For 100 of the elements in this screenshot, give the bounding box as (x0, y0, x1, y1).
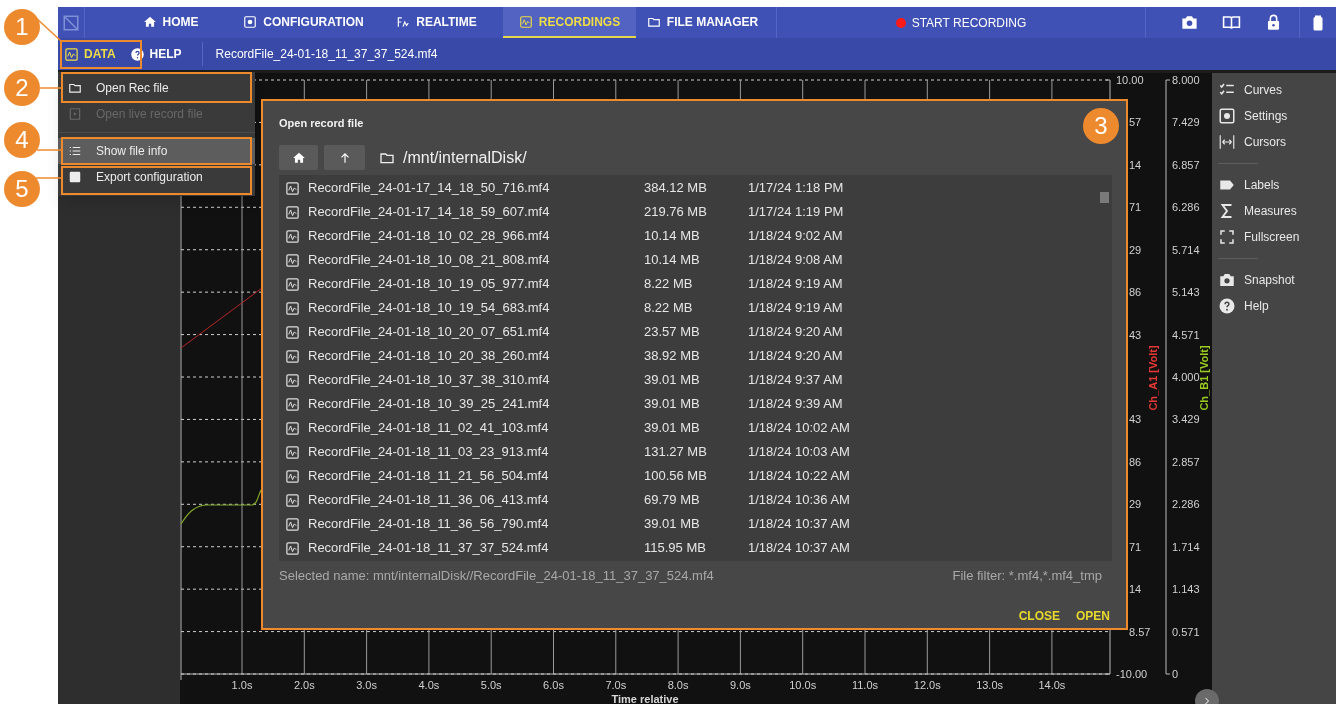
camera-icon (1179, 13, 1199, 32)
side-menu-item[interactable]: Fullscreen (1212, 224, 1336, 250)
file-date: 1/18/24 10:37 AM (748, 539, 850, 558)
file-name: RecordFile_24-01-18_10_19_54_683.mf4 (308, 299, 551, 318)
file-size: 69.79 MB (644, 491, 701, 510)
menu-item[interactable]: Export configuration (58, 164, 255, 190)
axis-tick-label: 1.714 (1172, 540, 1200, 553)
home-button[interactable] (279, 145, 318, 170)
waveform-icon (285, 372, 300, 388)
axis-tick-label: 7.0s (605, 679, 627, 691)
file-date: 1/18/24 9:20 AM (748, 347, 843, 366)
axis-tick-label: 29 (1129, 498, 1142, 511)
axis-tick-label: 9.0s (730, 679, 751, 691)
axis-tick-label: 4.0s (418, 679, 440, 691)
side-menu-item[interactable]: Settings (1212, 103, 1336, 129)
axis-tick-label: 5.143 (1172, 286, 1200, 299)
file-row[interactable]: RecordFile_24-01-18_11_03_23_913.mf4 131.27 MB 1/18/24 10:03 AM (279, 440, 1092, 464)
waveform-icon (285, 300, 300, 316)
waveform-icon (285, 252, 300, 268)
cursors-icon (1218, 133, 1236, 151)
folder-path: /mnt/internalDisk/ (403, 147, 527, 168)
callout-number: 1 (4, 9, 40, 45)
file-date: 1/18/24 9:08 AM (748, 251, 843, 270)
side-menu-item[interactable]: Curves (1212, 77, 1336, 103)
axis-tick-label: 0.571 (1172, 625, 1200, 638)
waveform-icon (285, 324, 300, 340)
file-name: RecordFile_24-01-18_11_03_23_913.mf4 (308, 443, 550, 462)
menu-button[interactable]: DATA (62, 41, 118, 67)
axis-tick-label: 86 (1129, 286, 1142, 299)
dialog-button[interactable]: OPEN (1076, 606, 1110, 625)
scrollbar-thumb[interactable] (1100, 192, 1109, 203)
axis-tick-label: 2.857 (1172, 455, 1200, 468)
nav-tab[interactable]: REALTIME (370, 7, 503, 38)
file-name: RecordFile_24-01-18_10_39_25_241.mf4 (308, 395, 551, 414)
axis-tick-label: 7.429 (1172, 116, 1200, 129)
file-row[interactable]: RecordFile_24-01-18_10_37_38_310.mf4 39.01 MB 1/18/24 9:37 AM (279, 368, 1092, 392)
folder-icon (68, 81, 82, 95)
file-row[interactable]: RecordFile_24-01-18_10_08_21_808.mf4 10.14 MB 1/18/24 9:08 AM (279, 248, 1092, 272)
axis-tick-label: 3.429 (1172, 413, 1200, 426)
side-menu-item[interactable]: Measures (1212, 198, 1336, 224)
waveform-icon (285, 396, 300, 412)
waveform-icon (285, 468, 300, 484)
start-recording-button[interactable]: START RECORDING (895, 13, 1027, 32)
menu-item[interactable]: Show file info (58, 138, 255, 164)
side-menu-item[interactable]: Help (1212, 293, 1336, 319)
file-size: 39.01 MB (644, 395, 701, 414)
axis-tick-label: 14.0s (1038, 679, 1066, 691)
file-size: 39.01 MB (644, 515, 701, 534)
file-date: 1/18/24 9:19 AM (748, 299, 843, 318)
leader-line (39, 87, 62, 89)
help-icon (1218, 297, 1236, 315)
callout-number: 4 (4, 122, 40, 158)
waveform-icon (285, 516, 300, 532)
axis-tick-label: 10.00 (1116, 74, 1144, 86)
waveform-icon (285, 540, 300, 556)
file-name: RecordFile_24-01-18_10_02_28_966.mf4 (308, 227, 551, 246)
axis-tick-label: 2.0s (293, 679, 315, 691)
file-size: 39.01 MB (644, 419, 701, 438)
side-menu-item[interactable]: Cursors (1212, 129, 1336, 155)
axis-tick-label: 3.0s (356, 679, 377, 691)
axis-tick-label: 43 (1129, 413, 1142, 426)
fullscreen-icon (1218, 228, 1236, 246)
waveform-icon (518, 14, 533, 29)
file-row[interactable]: RecordFile_24-01-18_10_02_28_966.mf4 10.14 MB 1/18/24 9:02 AM (279, 224, 1092, 248)
file-size: 131.27 MB (644, 443, 708, 462)
file-row[interactable]: RecordFile_24-01-18_10_39_25_241.mf4 39.01 MB 1/18/24 9:39 AM (279, 392, 1092, 416)
nav-tab[interactable]: FILE MANAGER (636, 7, 769, 38)
waveform-icon (285, 492, 300, 508)
file-size: 8.22 MB (644, 299, 694, 318)
side-menu-item[interactable]: Labels (1212, 172, 1336, 198)
axis-tick-label: 0 (1172, 668, 1179, 680)
file-row[interactable]: RecordFile_24-01-17_14_18_59_607.mf4 219.76 MB 1/17/24 1:19 PM (279, 200, 1092, 224)
dialog-button[interactable]: CLOSE (1018, 606, 1060, 625)
menu-button[interactable]: HELP (127, 41, 184, 67)
file-date: 1/17/24 1:18 PM (748, 179, 844, 198)
callout-number: 5 (4, 171, 40, 207)
nav-tab[interactable]: RECORDINGS (503, 7, 636, 38)
file-row[interactable]: RecordFile_24-01-18_10_19_05_977.mf4 8.22 MB 1/18/24 9:19 AM (279, 272, 1092, 296)
file-row[interactable]: RecordFile_24-01-18_11_36_06_413.mf4 69.79 MB 1/18/24 10:36 AM (279, 488, 1092, 512)
file-row[interactable]: RecordFile_24-01-18_11_37_37_524.mf4 115.95 MB 1/18/24 10:37 AM (279, 536, 1092, 560)
waveform-icon (285, 420, 300, 436)
file-row[interactable]: RecordFile_24-01-18_11_36_56_790.mf4 39.01 MB 1/18/24 10:37 AM (279, 512, 1092, 536)
up-button[interactable] (324, 145, 365, 170)
file-row[interactable]: RecordFile_24-01-18_10_19_54_683.mf4 8.22 MB 1/18/24 9:19 AM (279, 296, 1092, 320)
file-date: 1/18/24 9:02 AM (748, 227, 843, 246)
side-menu-item[interactable]: Snapshot (1212, 267, 1336, 293)
axis-tick-label: 14 (1129, 583, 1142, 596)
file-row[interactable]: RecordFile_24-01-18_11_21_56_504.mf4 100.56 MB 1/18/24 10:22 AM (279, 464, 1092, 488)
file-row[interactable]: RecordFile_24-01-18_10_20_07_651.mf4 23.57 MB 1/18/24 9:20 AM (279, 320, 1092, 344)
nav-tab[interactable]: HOME (104, 7, 237, 38)
book-icon (1221, 13, 1241, 32)
waveform-icon (64, 46, 79, 62)
file-row[interactable]: RecordFile_24-01-18_11_02_41_103.mf4 39.01 MB 1/18/24 10:02 AM (279, 416, 1092, 440)
file-size: 8.22 MB (644, 275, 694, 294)
callout-number: 2 (4, 70, 40, 106)
file-size: 384.12 MB (644, 179, 708, 198)
axis-tick-label: 4.571 (1172, 328, 1200, 341)
file-row[interactable]: RecordFile_24-01-17_14_18_50_716.mf4 384.12 MB 1/17/24 1:18 PM (279, 176, 1092, 200)
nav-tab[interactable]: CONFIGURATION (237, 7, 370, 38)
file-row[interactable]: RecordFile_24-01-18_10_20_38_260.mf4 38.92 MB 1/18/24 9:20 AM (279, 344, 1092, 368)
